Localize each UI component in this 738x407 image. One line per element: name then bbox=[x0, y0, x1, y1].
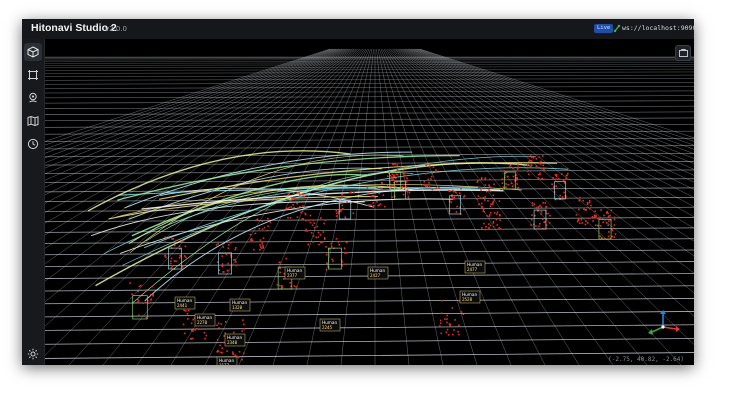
track-label: Human2340 bbox=[224, 333, 246, 347]
track-label: Human2245 bbox=[319, 318, 341, 332]
app-window: Hitonavi Studio 2 v2.0.0 Live ws://local… bbox=[22, 19, 694, 365]
track-label: Human2477 bbox=[464, 260, 486, 274]
track-label: Human2270 bbox=[194, 313, 216, 327]
point-cloud-scene[interactable]: Human2427 Human2477 Human2528 Human2441 Huma… bbox=[45, 39, 694, 365]
sidebar bbox=[22, 39, 45, 365]
app-version: v2.0.0 bbox=[105, 25, 127, 33]
settings-button[interactable] bbox=[24, 345, 42, 363]
track-label-id: 2528 bbox=[462, 297, 473, 302]
track-label-id: 2270 bbox=[197, 320, 208, 325]
track-label: Human2177 bbox=[216, 356, 238, 365]
cube-icon bbox=[27, 46, 39, 58]
track-label: Human2528 bbox=[459, 290, 481, 304]
connection-url: ws://localhost:9090 bbox=[622, 24, 694, 32]
camera-icon bbox=[678, 49, 688, 57]
crop-frame-icon bbox=[28, 70, 38, 80]
track-label: Human1320 bbox=[229, 298, 251, 312]
camera-view-button[interactable] bbox=[675, 45, 691, 61]
sidebar-item-location[interactable] bbox=[24, 89, 42, 107]
clock-icon bbox=[27, 138, 39, 150]
sidebar-item-map[interactable] bbox=[24, 112, 42, 130]
track-label: Human2441 bbox=[174, 296, 196, 310]
track-label: Human2427 bbox=[367, 266, 389, 280]
track-label-id: 2177 bbox=[219, 363, 230, 365]
title-bar: Hitonavi Studio 2 v2.0.0 Live ws://local… bbox=[22, 19, 694, 39]
live-status-badge: Live bbox=[594, 24, 614, 33]
track-label-id: 2340 bbox=[227, 340, 238, 345]
app-title: Hitonavi Studio 2 bbox=[31, 22, 117, 34]
track-label: Human2377 bbox=[284, 266, 306, 280]
sidebar-item-area[interactable] bbox=[24, 66, 42, 84]
3d-viewport[interactable]: Human 2427 Human 2477 Human 2528 Human 2441 Huma… bbox=[45, 39, 694, 365]
gear-icon bbox=[27, 348, 39, 360]
map-icon bbox=[27, 115, 39, 127]
track-label-id: 2427 bbox=[370, 273, 381, 278]
track-label-id: 2441 bbox=[177, 303, 188, 308]
axis-gizmo-icon[interactable] bbox=[648, 310, 680, 335]
track-label-id: 2377 bbox=[287, 273, 298, 278]
connection-link-icon bbox=[613, 24, 621, 33]
sidebar-item-history[interactable] bbox=[24, 135, 42, 153]
track-label-id: 2245 bbox=[322, 325, 333, 330]
cursor-coordinate-readout: (-2.75, 40.82, -2.64) bbox=[608, 356, 684, 363]
track-label-id: 1320 bbox=[232, 305, 243, 310]
track-label-id: 2477 bbox=[467, 267, 478, 272]
map-pin-icon bbox=[29, 92, 37, 103]
sidebar-item-3d-view[interactable] bbox=[24, 43, 42, 61]
